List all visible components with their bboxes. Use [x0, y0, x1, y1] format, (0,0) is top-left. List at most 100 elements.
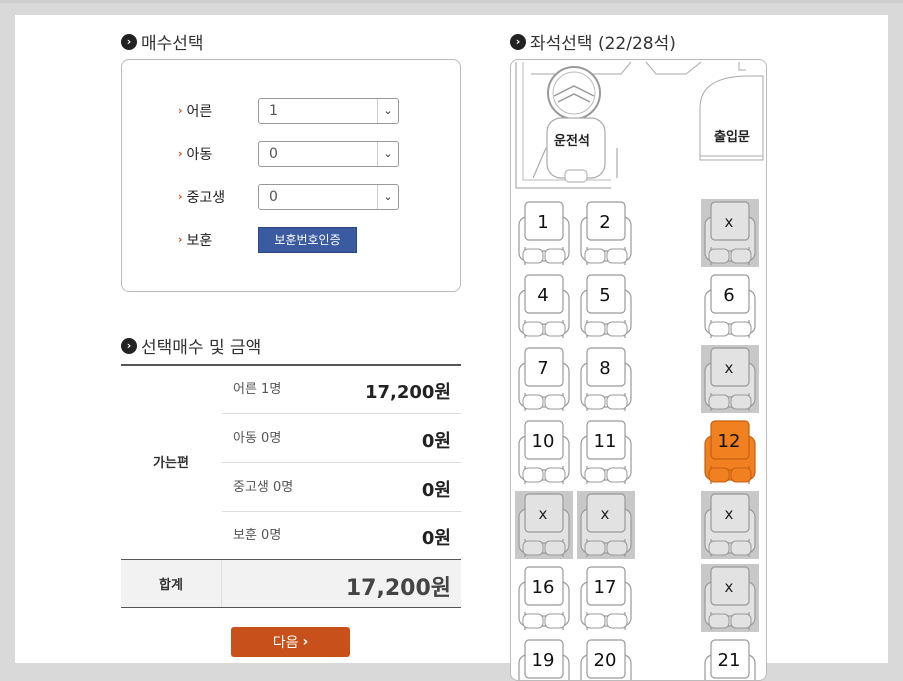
- seat-5[interactable]: 5: [577, 272, 635, 340]
- total-label: 합계: [121, 560, 222, 607]
- seat-8[interactable]: 8: [577, 345, 635, 413]
- seat-number: 8: [599, 357, 611, 379]
- adult-label-text: 어른: [186, 103, 213, 120]
- veteran-verify-button[interactable]: 보훈번호인증: [258, 226, 357, 253]
- seat-taken: x: [701, 491, 759, 559]
- door-icon: [699, 75, 764, 161]
- adult-label: › 어른: [178, 101, 258, 121]
- seat-number: 10: [531, 430, 555, 452]
- seat-16[interactable]: 16: [515, 564, 573, 632]
- seat-1[interactable]: 1: [515, 199, 573, 267]
- seat-21[interactable]: 21: [701, 637, 759, 680]
- adult-count-value: 1: [269, 102, 278, 119]
- seat-number: x: [724, 359, 734, 377]
- seat-number: 17: [593, 576, 617, 598]
- child-label-text: 아동: [186, 146, 213, 163]
- seat-number: 11: [593, 430, 617, 452]
- seat-taken: x: [701, 564, 759, 632]
- veteran-label-text: 보훈: [186, 232, 213, 249]
- price-row-name: 중고생 0명: [233, 480, 294, 495]
- price-row-child: 아동 0명 0원: [222, 414, 461, 463]
- summary-title: › 선택매수 및 금액: [121, 333, 261, 358]
- chevron-down-icon: ⌄: [377, 98, 398, 123]
- seat-taken: x: [701, 345, 759, 413]
- total-amount: 17,200원: [345, 576, 451, 601]
- seat-taken: x: [577, 491, 635, 559]
- seat-number: 19: [531, 649, 555, 671]
- chevron-down-icon: ⌄: [377, 141, 398, 166]
- veteran-row: › 보훈 보훈번호인증: [178, 226, 357, 253]
- seat-6[interactable]: 6: [701, 272, 759, 340]
- route-label: 가는편: [153, 456, 189, 471]
- seat-number: 7: [537, 357, 549, 379]
- chevron-right-icon: ›: [178, 104, 183, 117]
- seat-19[interactable]: 19: [515, 637, 573, 680]
- seat-number: 12: [717, 430, 741, 452]
- chevron-right-icon: ›: [178, 233, 183, 246]
- price-row-amount: 0원: [421, 480, 451, 501]
- ticket-count-title: › 매수선택: [121, 29, 204, 54]
- seat-number: x: [724, 505, 734, 523]
- driver-seat-icon: [532, 117, 618, 183]
- door-label: 출입문: [714, 130, 750, 145]
- student-count-value: 0: [269, 188, 278, 205]
- price-row-name: 보훈 0명: [233, 528, 282, 543]
- seat-20[interactable]: 20: [577, 637, 635, 680]
- seat-number: x: [724, 213, 734, 231]
- seat-number: x: [538, 505, 548, 523]
- price-row-amount: 0원: [421, 431, 451, 452]
- price-row-adult: 어른 1명 17,200원: [222, 365, 461, 414]
- window-frame: [0, 0, 903, 3]
- chevron-right-icon: ›: [121, 337, 137, 354]
- seat-number: 1: [537, 211, 549, 233]
- seat-select-title: › 좌석선택 (22/28석): [510, 29, 676, 54]
- seat-4[interactable]: 4: [515, 272, 573, 340]
- seat-number: x: [724, 578, 734, 596]
- student-count-select[interactable]: 0 ⌄: [258, 183, 399, 210]
- adult-count-select[interactable]: 1 ⌄: [258, 97, 399, 124]
- price-row-amount: 17,200원: [364, 382, 451, 403]
- child-count-value: 0: [269, 145, 278, 162]
- seat-7[interactable]: 7: [515, 345, 573, 413]
- student-label: › 중고생: [178, 187, 258, 207]
- student-label-text: 중고생: [186, 189, 226, 206]
- seat-17[interactable]: 17: [577, 564, 635, 632]
- adult-row: › 어른 1 ⌄: [178, 97, 399, 124]
- ticket-count-title-text: 매수선택: [141, 34, 204, 54]
- price-row-amount: 0원: [421, 528, 451, 549]
- seat-number: 2: [599, 211, 611, 233]
- next-button[interactable]: 다음 ›: [231, 627, 350, 657]
- bus-seat-map: 운전석 출입문 1 2 x 4 5 6 7 8 x 10 11 12 x x x 16 17 x 19 20 21: [510, 59, 767, 681]
- veteran-label: › 보훈: [178, 230, 258, 250]
- child-label: › 아동: [178, 144, 258, 164]
- seat-10[interactable]: 10: [515, 418, 573, 486]
- chevron-right-icon: ›: [178, 190, 183, 203]
- chevron-right-icon: ›: [302, 634, 309, 650]
- ticket-count-box: › 어른 1 ⌄ › 아동 0 ⌄ › 중고생 0 ⌄ › 보훈 보훈번호인증: [121, 59, 461, 292]
- seat-2[interactable]: 2: [577, 199, 635, 267]
- student-row: › 중고생 0 ⌄: [178, 183, 399, 210]
- seat-number: 16: [531, 576, 555, 598]
- bus-front-drawing: [515, 61, 764, 189]
- chevron-right-icon: ›: [121, 33, 137, 50]
- child-count-select[interactable]: 0 ⌄: [258, 140, 399, 167]
- total-row: 합계 17,200원: [121, 559, 461, 608]
- seat-taken: x: [515, 491, 573, 559]
- summary-title-text: 선택매수 및 금액: [141, 338, 262, 358]
- price-row-veteran: 보훈 0명 0원: [222, 511, 461, 559]
- seat-number: 4: [537, 284, 549, 306]
- chevron-right-icon: ›: [178, 147, 183, 160]
- price-row-name: 아동 0명: [233, 431, 282, 446]
- next-button-label: 다음: [272, 635, 299, 651]
- chevron-right-icon: ›: [510, 33, 526, 50]
- chevron-down-icon: ⌄: [377, 184, 398, 209]
- seat-number: 21: [717, 649, 741, 671]
- seat-number: 6: [723, 284, 735, 306]
- seat-number: 5: [599, 284, 611, 306]
- seat-11[interactable]: 11: [577, 418, 635, 486]
- driver-seat-label: 운전석: [554, 134, 590, 149]
- seat-taken: x: [701, 199, 759, 267]
- steering-wheel-icon: [547, 66, 601, 120]
- price-row-name: 어른 1명: [233, 382, 282, 397]
- seat-12[interactable]: 12: [701, 418, 759, 486]
